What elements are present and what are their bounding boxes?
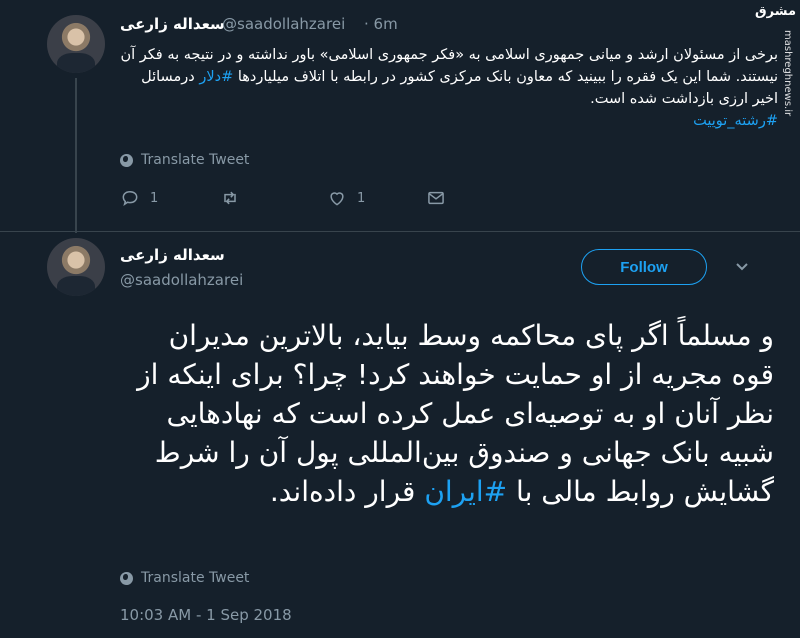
hashtag-link[interactable]: #رشته_توییت <box>693 113 778 129</box>
follow-button[interactable]: Follow <box>581 249 707 285</box>
avatar[interactable] <box>47 15 105 73</box>
retweet-icon <box>224 191 236 205</box>
reply-count: 1 <box>150 190 159 206</box>
watermark-site: mashreghnews.ir <box>782 30 793 117</box>
hashtag-link[interactable]: #ایران <box>424 475 507 508</box>
tweet2-timestamp[interactable]: 10:03 AM - 1 Sep 2018 <box>120 606 292 624</box>
tweet-divider <box>0 231 800 232</box>
tweet1-text: برخی از مسئولان ارشد و میانی جمهوری اسلا… <box>120 44 779 132</box>
globe-icon <box>120 571 133 585</box>
tweet2-text-after: قرار داده‌اند. <box>269 475 425 508</box>
envelope-icon <box>428 191 444 205</box>
tweet2-author-name[interactable]: سعداله زارعی <box>120 246 225 264</box>
chevron-down-icon <box>736 263 748 271</box>
tweet1-action-bar: 1 1 <box>120 188 460 212</box>
direct-message-button[interactable] <box>426 188 446 208</box>
translate-label: Translate Tweet <box>141 152 250 168</box>
heart-icon <box>330 192 344 206</box>
more-options-button[interactable] <box>734 258 750 274</box>
tweet1-author-name[interactable]: سعداله زارعی <box>120 15 225 33</box>
retweet-button[interactable] <box>220 188 240 208</box>
like-count: 1 <box>357 190 366 206</box>
tweet2-translate-link[interactable]: Translate Tweet <box>120 570 249 586</box>
thread-connector-line <box>75 78 77 233</box>
like-button[interactable]: 1 <box>327 188 365 208</box>
translate-label: Translate Tweet <box>141 570 250 586</box>
tweet1-author-handle[interactable]: @saadollahzarei <box>222 15 345 33</box>
tweet1-timestamp[interactable]: · 6m <box>364 15 398 33</box>
reply-button[interactable]: 1 <box>120 188 158 208</box>
tweet2-author-handle[interactable]: @saadollahzarei <box>120 271 243 289</box>
avatar[interactable] <box>47 238 105 296</box>
hashtag-link[interactable]: #دلار <box>199 69 233 85</box>
tweet1-translate-link[interactable]: Translate Tweet <box>120 152 249 168</box>
reply-icon <box>122 190 138 206</box>
watermark-logo: مشرق <box>755 4 796 19</box>
tweet2-text: و مسلماً اگر پای محاکمه وسط بیاید، بالات… <box>120 316 774 511</box>
globe-icon <box>120 153 133 167</box>
